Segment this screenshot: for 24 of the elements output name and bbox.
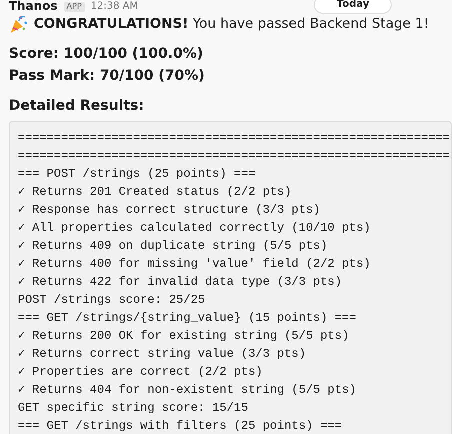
summary-line: Pass Mark: 70/100 (70%) [9, 67, 205, 86]
code-line: ============================================================ [18, 148, 450, 165]
code-line: POST /strings score: 25/25 [18, 292, 206, 309]
code-line: ✓ Returns 400 for missing 'value' field (2/2 pts) [18, 256, 371, 273]
code-line: ✓ Returns 201 Created status (2/2 pts) [18, 184, 292, 201]
code-line: ✓ Returns 422 for invalid data type (3/3 pts) [18, 274, 342, 291]
code-line: ✓ Returns correct string value (3/3 pts) [18, 346, 306, 363]
message-time: 12:38 AM [90, 0, 138, 12]
code-line: ✓ Returns 409 on duplicate string (5/5 pts) [18, 238, 328, 255]
app-badge: APP [64, 2, 85, 12]
code-line: ✓ All properties calculated correctly (10/10 pts) [18, 220, 371, 237]
code-line: === POST /strings (25 points) === [18, 166, 256, 183]
code-line: ✓ Returns 200 OK for existing string (5/5 pts) [18, 328, 350, 345]
code-line: ✓ Returns 404 for non-existent string (5/5 pts) [18, 382, 356, 399]
headline-text: CONGRATULATIONS! You have passed Backend Stage 1! [34, 16, 430, 32]
sender-name[interactable]: Thanos [9, 0, 58, 13]
code-line: ✓ Properties are correct (2/2 pts) [18, 364, 263, 381]
results-label: Detailed Results: [9, 97, 144, 116]
code-line: ============================================================ [18, 130, 450, 147]
code-line: GET specific string score: 15/15 [18, 400, 248, 417]
code-line: ✓ Response has correct structure (3/3 pts) [18, 202, 320, 219]
code-line: === GET /strings with filters (25 points) === [18, 418, 342, 434]
summary-line: Score: 100/100 (100.0%) [9, 45, 204, 64]
code-line: === GET /strings/{string_value} (15 points) === [18, 310, 356, 327]
